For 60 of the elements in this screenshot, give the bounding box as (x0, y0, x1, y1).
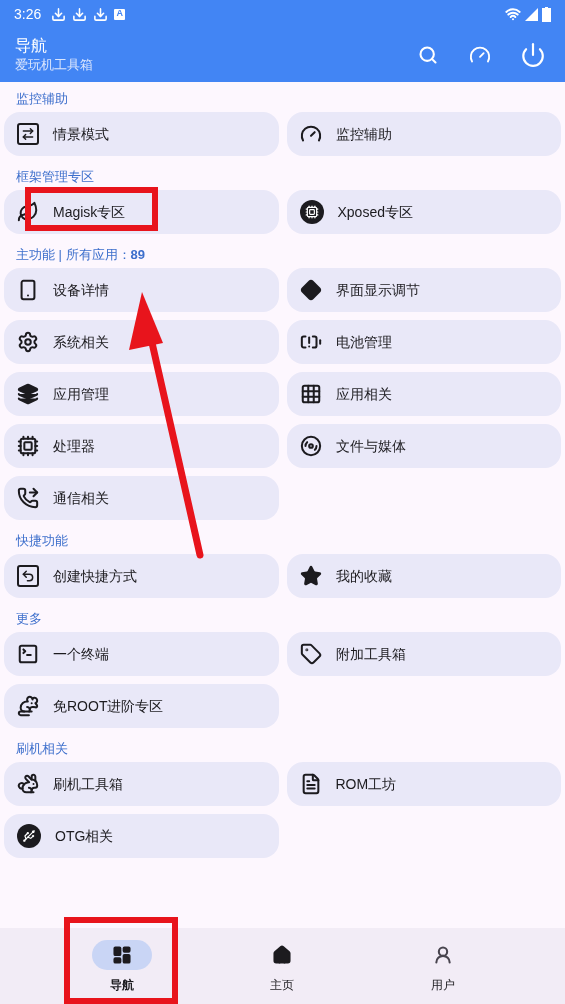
menu-card[interactable]: 我的收藏 (286, 554, 561, 598)
settings-icon (17, 331, 39, 353)
nav-tab[interactable]: 用户 (412, 940, 473, 994)
section-heading: 框架管理专区 (16, 167, 94, 186)
menu-card[interactable]: 系统相关 (4, 320, 279, 364)
section-heading: 刷机相关 (16, 739, 68, 758)
menu-card[interactable]: 创建快捷方式 (4, 554, 279, 598)
diamond-icon (299, 279, 322, 301)
usb-icon (17, 824, 41, 848)
chip-icon (17, 435, 39, 457)
menu-card[interactable]: 监控辅助 (286, 112, 561, 156)
menu-card[interactable]: 界面显示调节 (286, 268, 561, 312)
download-icon (72, 6, 88, 22)
section-heading: 更多 (16, 609, 42, 628)
signal-icon (525, 7, 538, 21)
rat-icon (17, 695, 39, 717)
menu-card[interactable]: 文件与媒体 (286, 424, 561, 468)
menu-card[interactable]: 刷机工具箱 (4, 762, 279, 806)
menu-card[interactable]: 免ROOT进阶专区 (4, 684, 279, 728)
phone-call-icon (17, 487, 39, 509)
section-heading: 主功能 | 所有应用：89 (16, 245, 146, 264)
shortcut-icon (17, 565, 39, 587)
nav-tab[interactable]: 主页 (252, 940, 313, 994)
tag-icon (299, 643, 322, 665)
download-icon (93, 6, 109, 22)
app-bar-title: 导航 (15, 36, 48, 56)
menu-card[interactable]: Xposed专区 (286, 190, 561, 234)
menu-card[interactable]: ROM工坊 (286, 762, 561, 806)
menu-card[interactable]: Magisk专区 (4, 190, 279, 234)
swap-icon (17, 123, 39, 145)
terminal-icon (17, 643, 39, 665)
section-heading: 监控辅助 (16, 89, 68, 108)
rabbit-icon (17, 773, 39, 795)
dashboard-icon (112, 945, 133, 965)
menu-card[interactable]: 电池管理 (286, 320, 561, 364)
app-bar-subtitle: 爱玩机工具箱 (15, 56, 93, 74)
clock: 3:26 (14, 4, 42, 24)
menu-card[interactable]: 应用相关 (286, 372, 561, 416)
menu-card[interactable]: 通信相关 (4, 476, 279, 520)
menu-card[interactable]: 一个终端 (4, 632, 279, 676)
menu-card[interactable]: 情景模式 (4, 112, 279, 156)
download-icon (51, 6, 67, 22)
star-icon (299, 565, 322, 587)
grid-icon (299, 383, 322, 405)
user-icon (432, 945, 453, 965)
notification-badge: A (114, 8, 126, 20)
battery-icon (542, 6, 551, 22)
home-icon (272, 945, 293, 965)
chip-icon (299, 200, 324, 224)
power-button[interactable] (519, 41, 547, 69)
menu-card[interactable]: 附加工具箱 (286, 632, 561, 676)
section-heading: 快捷功能 (16, 531, 68, 550)
menu-card[interactable]: 处理器 (4, 424, 279, 468)
menu-card[interactable]: OTG相关 (4, 814, 279, 858)
layers-icon (17, 383, 39, 405)
menu-card[interactable]: 应用管理 (4, 372, 279, 416)
menu-card[interactable]: 设备详情 (4, 268, 279, 312)
disc-icon (299, 435, 322, 457)
leaf-icon (17, 201, 39, 223)
wifi-icon (505, 6, 521, 22)
